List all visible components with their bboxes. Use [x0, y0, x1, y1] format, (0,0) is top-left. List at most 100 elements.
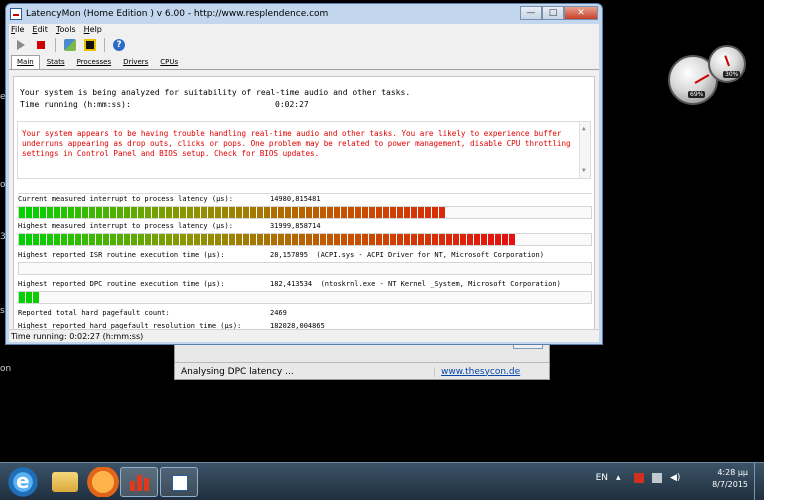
level-segment	[89, 234, 96, 245]
level-segment	[33, 207, 40, 218]
level-segment	[432, 207, 439, 218]
tab-stats[interactable]: Stats	[42, 56, 70, 69]
level-segment	[278, 234, 285, 245]
maximize-button[interactable]: □	[542, 6, 564, 20]
level-segment	[187, 234, 194, 245]
level-segment	[390, 234, 397, 245]
level-segment	[348, 207, 355, 218]
file-explorer-icon[interactable]	[52, 472, 78, 492]
pagefault-count-value: 2469	[270, 309, 287, 317]
level-segment	[299, 234, 306, 245]
level-segment	[138, 207, 145, 218]
level-segment	[215, 234, 222, 245]
dpc-detail: (ntoskrnl.exe - NT Kernel _System, Micro…	[320, 280, 561, 288]
warning-text: Your system appears to be having trouble…	[22, 129, 571, 158]
cpu-percent: 69%	[688, 91, 706, 98]
level-segment	[341, 207, 348, 218]
level-segment	[33, 292, 40, 303]
dpc-checker-taskbar-icon[interactable]	[160, 467, 198, 497]
level-segment	[474, 234, 481, 245]
dpc-value: 182,413534	[270, 280, 313, 288]
level-segment	[257, 207, 264, 218]
level-segment	[285, 234, 292, 245]
isr-value: 28,157895	[270, 251, 308, 259]
level-segment	[369, 207, 376, 218]
tab-processes[interactable]: Processes	[72, 56, 117, 69]
level-segment	[145, 207, 152, 218]
level-segment	[446, 234, 453, 245]
minimize-button[interactable]: —	[520, 6, 542, 20]
level-segment	[208, 207, 215, 218]
menu-file[interactable]: File	[11, 24, 24, 36]
level-segment	[327, 207, 334, 218]
dpc-bar	[18, 291, 592, 304]
clock-time: 4:28 μμ	[717, 468, 748, 477]
level-segment	[166, 207, 173, 218]
level-segment	[124, 207, 131, 218]
level-segment	[313, 234, 320, 245]
action-center-icon[interactable]	[634, 473, 644, 483]
warning-scrollbar[interactable]: ▲ ▼	[579, 122, 590, 178]
level-segment	[75, 234, 82, 245]
time-running-value: 0:02:27	[275, 100, 309, 109]
toolbar-separator	[55, 38, 56, 52]
tab-main[interactable]: Main	[11, 55, 40, 69]
start-icon[interactable]	[15, 39, 27, 51]
system-tray: EN ▴ ◀)	[596, 473, 680, 483]
level-segment	[166, 234, 173, 245]
level-segment	[397, 234, 404, 245]
volume-icon[interactable]: ◀)	[670, 473, 680, 483]
level-segment	[26, 234, 33, 245]
current-latency-value: 14980,815481	[270, 195, 321, 203]
network-icon[interactable]	[652, 473, 662, 483]
menu-edit[interactable]: Edit	[32, 24, 48, 36]
level-segment	[152, 234, 159, 245]
level-segment	[397, 207, 404, 218]
latencymon-window: LatencyMon (Home Edition ) v 6.00 - http…	[5, 3, 603, 345]
close-button[interactable]: ✕	[564, 6, 598, 20]
menu-tools[interactable]: Tools	[56, 24, 76, 36]
level-segment	[110, 207, 117, 218]
highest-latency-row: Highest measured interrupt to process la…	[18, 221, 592, 231]
show-hidden-icons-icon[interactable]: ▴	[616, 473, 626, 483]
level-segment	[19, 207, 26, 218]
tab-cpus[interactable]: CPUs	[155, 56, 183, 69]
level-segment	[19, 234, 26, 245]
level-segment	[320, 234, 327, 245]
highest-latency-value: 31999,858714	[270, 222, 321, 230]
media-player-icon[interactable]	[84, 467, 122, 497]
clock[interactable]: 4:28 μμ 8/7/2015	[712, 467, 748, 491]
title-bar[interactable]: LatencyMon (Home Edition ) v 6.00 - http…	[6, 4, 602, 24]
scroll-up-icon[interactable]: ▲	[582, 124, 586, 134]
ram-meter-gadget[interactable]: 30%	[708, 45, 746, 83]
cpu-icon[interactable]	[84, 39, 96, 51]
level-segment	[47, 234, 54, 245]
level-segment	[54, 207, 61, 218]
current-latency-row: Current measured interrupt to process la…	[18, 194, 592, 204]
level-segment	[334, 207, 341, 218]
time-running-label: Time running (h:mm:ss):	[20, 100, 131, 109]
level-segment	[376, 207, 383, 218]
drivers-icon[interactable]	[64, 39, 76, 51]
isr-detail: (ACPI.sys - ACPI Driver for NT, Microsof…	[316, 251, 544, 259]
level-segment	[243, 234, 250, 245]
menu-help[interactable]: Help	[84, 24, 102, 36]
screen-margin	[764, 0, 800, 500]
level-segment	[229, 234, 236, 245]
thesycon-link[interactable]: www.thesycon.de	[435, 367, 535, 377]
level-segment	[201, 234, 208, 245]
ram-percent: 30%	[723, 71, 741, 78]
tab-drivers[interactable]: Drivers	[118, 56, 153, 69]
level-segment	[131, 234, 138, 245]
internet-explorer-icon[interactable]	[4, 467, 42, 497]
level-segment	[159, 234, 166, 245]
level-segment	[348, 234, 355, 245]
level-segment	[40, 207, 47, 218]
language-indicator[interactable]: EN	[596, 473, 608, 483]
scroll-down-icon[interactable]: ▼	[582, 166, 586, 176]
level-segment	[103, 234, 110, 245]
stop-icon[interactable]	[35, 39, 47, 51]
show-desktop-button[interactable]	[754, 463, 764, 500]
latencymon-taskbar-icon[interactable]	[120, 467, 158, 497]
help-icon[interactable]: ?	[113, 39, 125, 51]
